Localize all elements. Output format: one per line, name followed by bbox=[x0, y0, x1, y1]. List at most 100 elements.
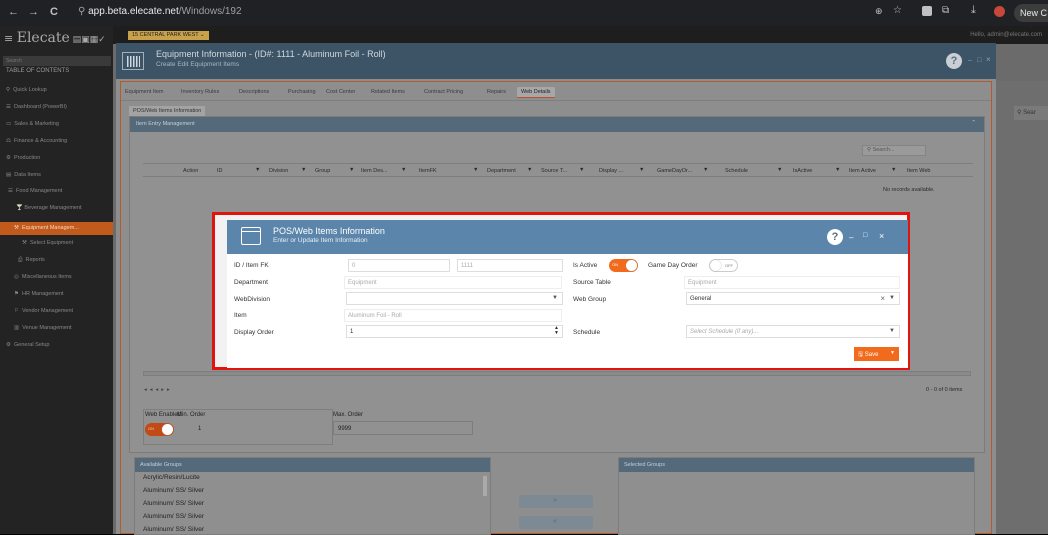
sidebar-item-data-items[interactable]: ▤ Data Items bbox=[6, 172, 41, 178]
sidebar-item-select-equipment[interactable]: ⚒ Select Equipment bbox=[22, 240, 73, 246]
filter-icon[interactable]: ▼ bbox=[891, 167, 896, 173]
id-field[interactable]: 0 bbox=[348, 259, 450, 272]
filter-icon[interactable]: ▼ bbox=[639, 167, 644, 173]
filter-icon[interactable]: ▼ bbox=[835, 167, 840, 173]
col-item-active[interactable]: Item Active bbox=[849, 168, 876, 174]
subtab-pos-web[interactable]: POS/Web Items Information bbox=[129, 106, 206, 116]
filter-icon[interactable]: ▼ bbox=[301, 167, 306, 173]
bookmark-star-icon[interactable]: ☆ bbox=[893, 5, 902, 16]
is-active-toggle[interactable]: ON bbox=[609, 259, 638, 272]
col-department[interactable]: Department bbox=[487, 168, 516, 174]
sidebar-item-hr[interactable]: ⚑ HR Management bbox=[14, 291, 64, 297]
filter-icon[interactable]: ▼ bbox=[349, 167, 354, 173]
min-order-value[interactable]: 1 bbox=[198, 426, 201, 432]
sidebar-item-production[interactable]: ⚙ Production bbox=[6, 155, 40, 161]
col-item-desc[interactable]: Item Des... bbox=[361, 168, 388, 174]
filter-icon[interactable]: ▼ bbox=[703, 167, 708, 173]
help-icon[interactable]: ? bbox=[946, 53, 962, 69]
sidebar-item-finance[interactable]: ⚖ Finance & Accounting bbox=[6, 138, 67, 144]
forward-icon[interactable]: → bbox=[28, 6, 39, 18]
group-item[interactable]: Aluminum/ SS/ Silver bbox=[143, 526, 204, 533]
col-source-table[interactable]: Source T... bbox=[541, 168, 567, 174]
col-group[interactable]: Group bbox=[315, 168, 330, 174]
zoom-icon[interactable]: ⊕ bbox=[875, 6, 883, 17]
new-chrome-button[interactable]: New C bbox=[1014, 4, 1048, 22]
tab-purchasing[interactable]: Purchasing bbox=[288, 89, 316, 95]
col-action[interactable]: Action bbox=[183, 168, 198, 174]
move-left-button[interactable]: « bbox=[519, 516, 593, 529]
sidebar-item-sales[interactable]: ▭ Sales & Marketing bbox=[6, 121, 59, 127]
col-id[interactable]: ID bbox=[217, 168, 223, 174]
save-button[interactable]: 🖫 Save ▼ bbox=[854, 347, 899, 361]
col-division[interactable]: Division bbox=[269, 168, 288, 174]
sidebar-item-misc[interactable]: ◎ Miscellaneous Items bbox=[14, 274, 72, 280]
col-display[interactable]: Display ... bbox=[599, 168, 623, 174]
sidebar-search-input[interactable]: Search bbox=[3, 56, 111, 66]
col-itemfk[interactable]: ItemFK bbox=[419, 168, 437, 174]
sidebar-item-beverage[interactable]: 🍸 Beverage Management bbox=[16, 205, 82, 211]
col-schedule[interactable]: Schedule bbox=[725, 168, 748, 174]
col-gameday[interactable]: GameDayOr... bbox=[657, 168, 692, 174]
tab-cost-center[interactable]: Cost Center bbox=[326, 89, 355, 95]
grid-scrollbar[interactable] bbox=[143, 371, 971, 376]
filter-icon[interactable]: ▼ bbox=[401, 167, 406, 173]
minimize-icon[interactable]: – bbox=[968, 57, 972, 64]
pager-nav[interactable]: ◂◂◂▸▸ bbox=[144, 387, 173, 393]
sidebar-item-food[interactable]: ☰ Food Management bbox=[8, 188, 62, 194]
back-icon[interactable]: ← bbox=[8, 6, 19, 18]
game-day-order-toggle[interactable]: OFF bbox=[709, 259, 738, 272]
group-item[interactable]: Aluminum/ SS/ Silver bbox=[143, 500, 204, 507]
logo: ≡ Elecate ▤▣▦✓ bbox=[4, 30, 106, 46]
group-item[interactable]: Acrylic/Resin/Lucite bbox=[143, 474, 200, 481]
address-bar[interactable]: ⚲ app.beta.elecate.net/Windows/192 bbox=[78, 6, 242, 17]
group-item[interactable]: Aluminum/ SS/ Silver bbox=[143, 513, 204, 520]
tab-inventory-rules[interactable]: Inventory Rules bbox=[181, 89, 219, 95]
help-icon[interactable]: ? bbox=[827, 229, 843, 245]
sidebar-item-equipment[interactable]: ⚒ Equipment Managem... bbox=[0, 222, 113, 235]
top-strip bbox=[113, 26, 1048, 44]
maximize-icon[interactable]: □ bbox=[977, 57, 981, 64]
location-selector[interactable]: 15 CENTRAL PARK WEST ⌄ bbox=[128, 31, 209, 40]
sidebar-item-general-setup[interactable]: ⚙ General Setup bbox=[6, 342, 49, 348]
web-group-select[interactable]: General × ▼ bbox=[686, 292, 900, 305]
profile-avatar[interactable] bbox=[994, 6, 1005, 17]
filter-icon[interactable]: ▼ bbox=[255, 167, 260, 173]
source-table-field: Equipment bbox=[684, 276, 900, 289]
col-item-web[interactable]: Item Web bbox=[907, 168, 930, 174]
browser-toolbar: ← → C ⚲ app.beta.elecate.net/Windows/192… bbox=[0, 0, 1048, 26]
tab-equipment-item[interactable]: Equipment Item bbox=[125, 89, 164, 95]
tab-contract-pricing[interactable]: Contract Pricing bbox=[424, 89, 463, 95]
sidebar-item-vendor[interactable]: ⚐ Vendor Management bbox=[14, 308, 73, 314]
sidebar-item-dashboard[interactable]: ☰ Dashboard (PowerBI) bbox=[6, 104, 67, 110]
filter-icon[interactable]: ▼ bbox=[579, 167, 584, 173]
display-order-input[interactable]: 1 ▲ ▼ bbox=[346, 325, 563, 338]
groups-scrollbar[interactable] bbox=[483, 476, 487, 496]
minimize-icon[interactable]: – bbox=[849, 233, 853, 242]
tab-repairs[interactable]: Repairs bbox=[487, 89, 506, 95]
item-fk-field[interactable]: 1111 bbox=[457, 259, 563, 272]
puzzle-icon[interactable]: ⧉ bbox=[942, 5, 949, 16]
filter-icon[interactable]: ▼ bbox=[527, 167, 532, 173]
schedule-select[interactable]: Select Schedule (if any)... ▼ bbox=[686, 325, 900, 338]
sidebar-item-quick-lookup[interactable]: ⚲ Quick Lookup bbox=[6, 87, 47, 93]
reload-icon[interactable]: C bbox=[50, 6, 58, 18]
sidebar-item-venue[interactable]: ▥ Venue Management bbox=[14, 325, 72, 331]
close-icon[interactable]: × bbox=[986, 55, 991, 64]
move-right-button[interactable]: » bbox=[519, 495, 593, 508]
maximize-icon[interactable]: □ bbox=[863, 232, 867, 239]
max-order-input[interactable]: 9999 bbox=[333, 421, 473, 435]
grid-search-input[interactable]: ⚲ Search... bbox=[862, 145, 926, 156]
web-enabled-toggle[interactable]: ON bbox=[145, 423, 174, 436]
filter-icon[interactable]: ▼ bbox=[473, 167, 478, 173]
tab-related-items[interactable]: Related Items bbox=[371, 89, 405, 95]
extension-icon[interactable] bbox=[922, 6, 932, 16]
filter-icon[interactable]: ▼ bbox=[777, 167, 782, 173]
group-item[interactable]: Aluminum/ SS/ Silver bbox=[143, 487, 204, 494]
download-icon[interactable]: ⤓ bbox=[971, 4, 976, 17]
sidebar-item-reports[interactable]: ⎙ Reports bbox=[18, 257, 45, 264]
close-icon[interactable]: × bbox=[879, 231, 884, 241]
col-isactive[interactable]: IsActive bbox=[793, 168, 812, 174]
tab-web-details[interactable]: Web Details bbox=[517, 87, 555, 98]
tab-descriptions[interactable]: Descriptions bbox=[239, 89, 269, 95]
webdivision-select[interactable]: ▼ bbox=[346, 292, 563, 305]
